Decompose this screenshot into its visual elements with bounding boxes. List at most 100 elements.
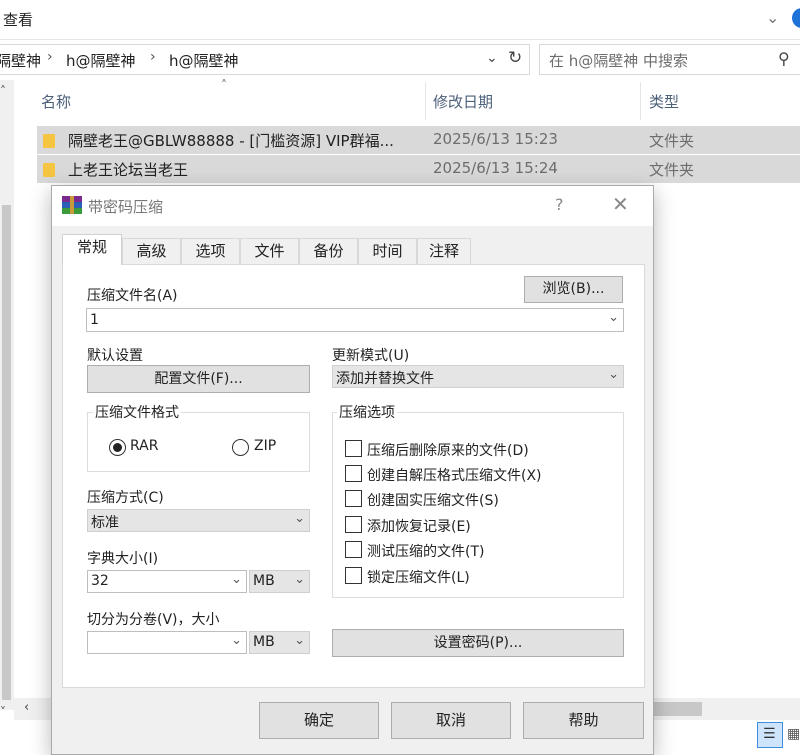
archive-format-title: 压缩文件格式 [93, 402, 181, 422]
archive-name-label: 压缩文件名(A) [87, 288, 178, 304]
address-bar[interactable]: 隔壁神 › h@隔壁神 › h@隔壁神 ⌄ ↻ [0, 44, 530, 75]
tab-comment[interactable]: 注释 [417, 238, 471, 264]
archiving-options-title: 压缩选项 [337, 402, 397, 422]
compression-method-value: 标准 [91, 515, 119, 531]
tab-backup[interactable]: 备份 [299, 238, 358, 264]
split-volumes-label: 切分为分卷(V)，大小 [87, 612, 220, 628]
scroll-down-icon[interactable]: ˅ [0, 705, 6, 719]
archive-name-value: 1 [90, 312, 99, 328]
dialog-titlebar[interactable]: 带密码压缩 ? ✕ [52, 186, 653, 226]
ok-button[interactable]: 确定 [259, 702, 379, 739]
update-mode-label: 更新模式(U) [332, 348, 410, 364]
default-settings-label: 默认设置 [87, 348, 143, 364]
split-unit-select[interactable]: MB ⌄ [249, 631, 310, 654]
dictionary-size-combo[interactable]: 32 ⌄ [87, 570, 247, 593]
tab-time[interactable]: 时间 [358, 238, 417, 264]
file-name: 上老王论坛当老王 [68, 161, 189, 179]
file-type: 文件夹 [649, 161, 695, 179]
checkbox-solid[interactable] [345, 490, 362, 507]
chevron-down-icon[interactable]: ⌄ [231, 633, 242, 648]
tab-general[interactable]: 常规 [62, 234, 122, 265]
chevron-down-icon[interactable]: ⌄ [608, 367, 619, 382]
breadcrumb-item[interactable]: 隔壁神 [0, 50, 41, 71]
breadcrumb-item[interactable]: h@隔壁神 [169, 50, 239, 71]
tab-options[interactable]: 选项 [181, 238, 240, 264]
large-icons-view-icon[interactable]: ▦ [787, 726, 800, 742]
update-mode-select[interactable]: 添加并替换文件 ⌄ [332, 365, 624, 388]
search-placeholder: 在 h@隔壁神 中搜索 [549, 52, 689, 70]
option-lock-archive-label[interactable]: 锁定压缩文件(L) [367, 567, 470, 587]
search-icon[interactable]: ⚲ [778, 49, 790, 68]
column-divider[interactable] [425, 82, 426, 120]
tab-advanced[interactable]: 高级 [122, 238, 181, 264]
file-row[interactable]: 隔壁老王@GBLW88888 - [门槛资源] VIP群福... 2025/6/… [37, 126, 800, 154]
checkbox-test-files[interactable] [345, 541, 362, 558]
column-header-type[interactable]: 类型 [649, 91, 679, 112]
chevron-down-icon[interactable]: ⌄ [231, 572, 242, 587]
profiles-button[interactable]: 配置文件(F)... [87, 365, 310, 393]
column-header-name[interactable]: 名称 [41, 91, 71, 112]
dictionary-unit-select[interactable]: MB ⌄ [249, 570, 310, 593]
chevron-down-icon[interactable]: ⌄ [294, 633, 305, 648]
column-divider[interactable] [640, 82, 641, 120]
chevron-down-icon[interactable]: ⌄ [608, 310, 619, 325]
menu-view[interactable]: 查看 [3, 9, 33, 30]
help-icon[interactable] [792, 8, 800, 28]
archive-name-combo[interactable]: 1 ⌄ [86, 308, 624, 332]
radio-selected-dot [113, 443, 122, 452]
radio-zip-label[interactable]: ZIP [254, 438, 276, 454]
split-unit-value: MB [253, 634, 275, 650]
scrollbar-thumb[interactable] [2, 205, 11, 700]
file-type: 文件夹 [649, 132, 695, 150]
checkbox-sfx[interactable] [345, 465, 362, 482]
file-row[interactable]: 上老王论坛当老王 2025/6/13 15:24 文件夹 [37, 155, 800, 183]
dialog-title: 带密码压缩 [88, 198, 164, 216]
chevron-down-icon[interactable]: ⌄ [294, 572, 305, 587]
dictionary-size-label: 字典大小(I) [87, 551, 159, 567]
breadcrumb-separator-icon[interactable]: › [47, 49, 53, 65]
archive-dialog: 带密码压缩 ? ✕ 常规 高级 选项 文件 备份 时间 注释 压缩文件名(A) … [51, 185, 654, 755]
option-delete-after-label[interactable]: 压缩后删除原来的文件(D) [367, 440, 529, 460]
compression-method-select[interactable]: 标准 ⌄ [87, 509, 310, 532]
cancel-button[interactable]: 取消 [391, 702, 511, 739]
option-solid-label[interactable]: 创建固实压缩文件(S) [367, 490, 499, 510]
help-button[interactable]: ? [555, 195, 564, 214]
breadcrumb-separator-icon[interactable]: › [150, 49, 156, 65]
refresh-icon[interactable]: ↻ [508, 48, 522, 68]
scrollbar-thumb[interactable] [654, 702, 702, 716]
folder-icon [43, 163, 55, 177]
folder-icon [43, 134, 55, 148]
scroll-up-icon[interactable]: ˄ [0, 84, 6, 98]
option-test-files-label[interactable]: 测试压缩的文件(T) [367, 541, 484, 561]
menu-bar: 查看 ⌄ [0, 0, 800, 40]
checkbox-lock-archive[interactable] [345, 567, 362, 584]
winrar-icon [62, 196, 82, 214]
breadcrumb-item[interactable]: h@隔壁神 [66, 50, 136, 71]
option-sfx-label[interactable]: 创建自解压格式压缩文件(X) [367, 465, 542, 485]
file-date: 2025/6/13 15:24 [433, 159, 558, 177]
sort-ascending-icon: ˄ [221, 78, 227, 92]
option-recovery-record-label[interactable]: 添加恢复记录(E) [367, 516, 471, 536]
expand-ribbon-chevron-icon[interactable]: ⌄ [766, 8, 779, 27]
file-date: 2025/6/13 15:23 [433, 130, 558, 148]
close-icon[interactable]: ✕ [612, 192, 629, 216]
radio-rar-label[interactable]: RAR [130, 438, 158, 454]
set-password-button[interactable]: 设置密码(P)... [332, 629, 624, 657]
help-footer-button[interactable]: 帮助 [523, 702, 644, 739]
radio-zip[interactable] [232, 439, 249, 456]
split-volumes-combo[interactable]: ⌄ [87, 631, 247, 654]
checkbox-recovery-record[interactable] [345, 516, 362, 533]
column-header-date[interactable]: 修改日期 [433, 91, 493, 112]
checkbox-delete-after[interactable] [345, 440, 362, 457]
dictionary-unit-value: MB [253, 573, 275, 589]
radio-rar[interactable] [109, 439, 126, 456]
browse-button[interactable]: 浏览(B)... [524, 276, 623, 303]
chevron-down-icon[interactable]: ⌄ [486, 50, 498, 66]
details-view-button[interactable]: ☰ [757, 722, 783, 748]
file-name: 隔壁老王@GBLW88888 - [门槛资源] VIP群福... [68, 132, 394, 150]
chevron-down-icon[interactable]: ⌄ [294, 511, 305, 526]
search-input[interactable]: 在 h@隔壁神 中搜索 ⚲ [539, 44, 800, 75]
compression-method-label: 压缩方式(C) [87, 490, 164, 506]
tab-files[interactable]: 文件 [240, 238, 299, 264]
scroll-left-icon[interactable]: ‹ [24, 700, 29, 715]
